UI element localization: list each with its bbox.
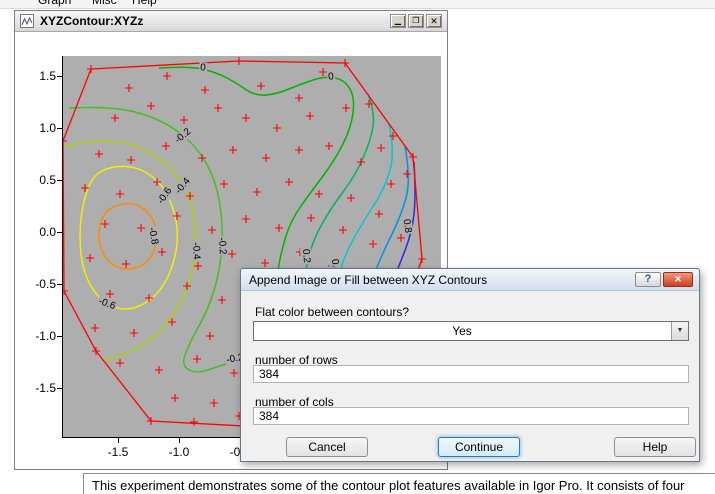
- question-mark-icon[interactable]: ?: [635, 272, 661, 287]
- y-axis: [62, 56, 63, 438]
- flat-color-label: Flat color between contours?: [255, 305, 410, 319]
- x-tick: [179, 438, 180, 443]
- y-tick-label: -1.0: [35, 329, 56, 343]
- window-controls: ▁ ❒ ✕: [390, 14, 442, 28]
- x-tick-label: -1.0: [168, 445, 190, 459]
- append-image-dialog: Append Image or Fill between XYZ Contour…: [240, 268, 700, 462]
- x-tick-label: -1.5: [107, 445, 129, 459]
- dialog-titlebar[interactable]: Append Image or Fill between XYZ Contour…: [241, 269, 699, 291]
- y-tick-label: 0.5: [39, 173, 56, 187]
- y-tick-label: 1.5: [39, 69, 56, 83]
- y-tick-label: -0.5: [35, 277, 56, 291]
- y-tick: [57, 76, 62, 77]
- close-icon[interactable]: ✕: [426, 14, 442, 28]
- close-icon[interactable]: ✕: [663, 272, 693, 287]
- workspace: { "menu": { "items": ["Graph", "Misc", "…: [0, 0, 715, 494]
- contour-line--0.6: [79, 165, 179, 310]
- cancel-button[interactable]: Cancel: [286, 437, 368, 457]
- minimize-icon[interactable]: ▁: [390, 14, 406, 28]
- notebook-window: This experiment demonstrates some of the…: [83, 473, 715, 494]
- cols-input[interactable]: [253, 407, 689, 425]
- graph-window-icon: [20, 14, 34, 28]
- y-tick: [57, 336, 62, 337]
- menu-item-misc[interactable]: Misc: [92, 0, 117, 7]
- y-tick-label: 1.0: [39, 121, 56, 135]
- x-tick: [118, 438, 119, 443]
- rows-input[interactable]: [253, 365, 689, 383]
- y-tick-label: -1.5: [35, 381, 56, 395]
- y-tick: [57, 232, 62, 233]
- y-tick-label: 0.0: [39, 225, 56, 239]
- contour-line--0.8: [98, 202, 158, 270]
- graph-window-titlebar[interactable]: XYZContour:XYZz ▁ ❒ ✕: [15, 11, 447, 32]
- restore-icon[interactable]: ❒: [408, 14, 424, 28]
- flat-color-dropdown[interactable]: Yes ▼: [253, 321, 689, 341]
- dialog-title: Append Image or Fill between XYZ Contour…: [249, 273, 488, 287]
- continue-button[interactable]: Continue: [438, 437, 520, 457]
- menu-bar: Graph Misc Help: [0, 0, 715, 9]
- menu-item-help[interactable]: Help: [132, 0, 157, 7]
- y-tick: [57, 180, 62, 181]
- chevron-down-icon[interactable]: ▼: [671, 322, 688, 340]
- help-button[interactable]: Help: [614, 437, 696, 457]
- y-tick: [57, 284, 62, 285]
- graph-window-title: XYZContour:XYZz: [40, 14, 144, 28]
- notebook-text: This experiment demonstrates some of the…: [92, 478, 685, 493]
- dialog-controls: ? ✕: [635, 272, 693, 287]
- menu-item-graph[interactable]: Graph: [38, 0, 71, 7]
- y-tick: [57, 128, 62, 129]
- y-tick: [57, 388, 62, 389]
- dropdown-value: Yes: [452, 324, 472, 338]
